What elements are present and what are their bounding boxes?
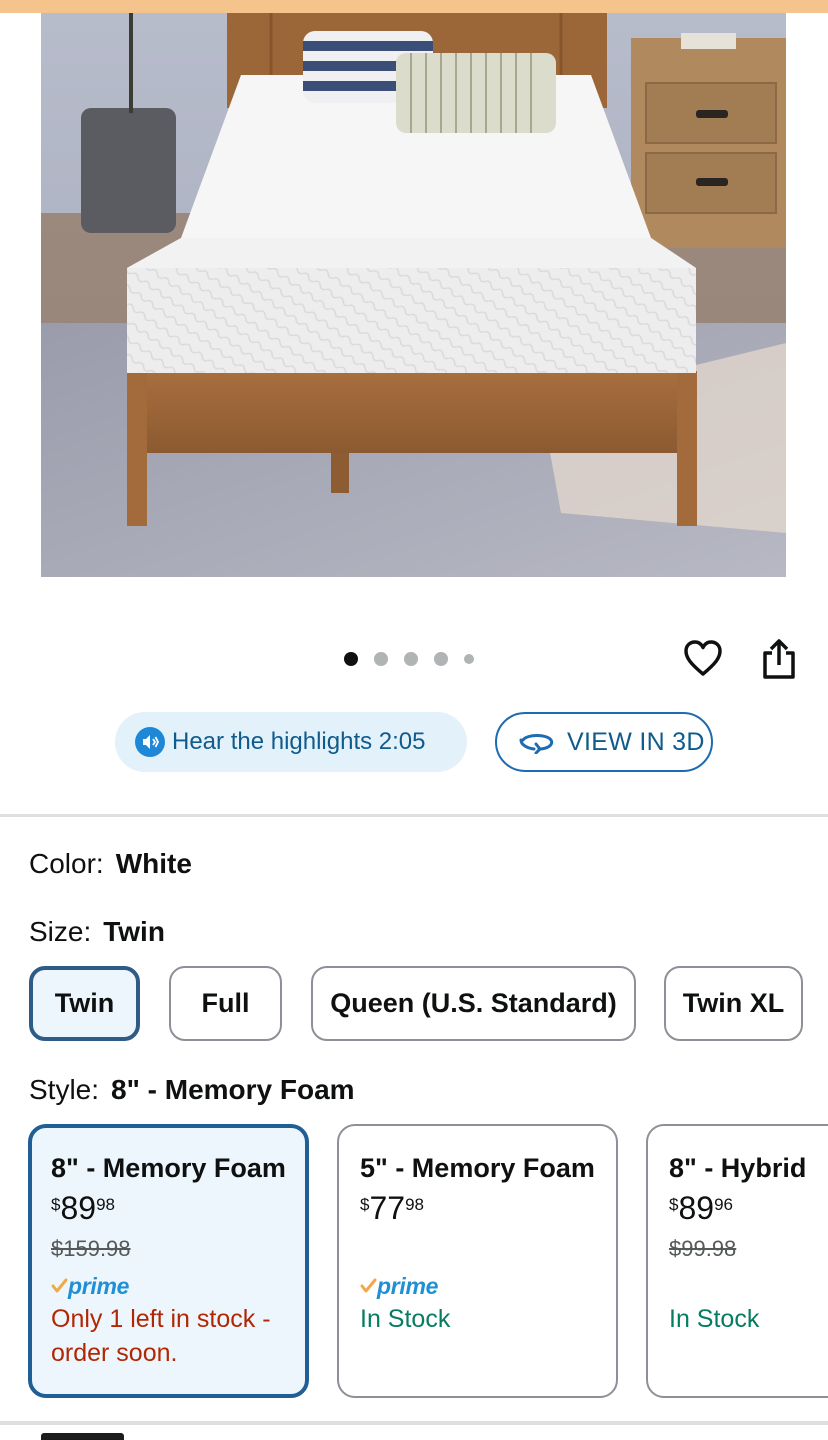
carousel-dots[interactable]: [344, 650, 490, 668]
color-label: Color:: [29, 848, 104, 879]
style-option-price: $ 89 96: [669, 1192, 828, 1224]
style-option-title: 8" - Hybrid: [669, 1153, 807, 1183]
hear-highlights-label: Hear the highlights 2:05: [172, 728, 426, 755]
carousel-dot[interactable]: [344, 652, 358, 666]
style-label: Style:: [29, 1074, 100, 1105]
price-fraction: 98: [405, 1195, 424, 1214]
list-price: [360, 1236, 616, 1262]
carousel-dot[interactable]: [374, 652, 388, 666]
price-currency: $: [360, 1195, 370, 1214]
view-in-3d-button[interactable]: VIEW IN 3D: [495, 712, 713, 772]
top-strip: [0, 0, 828, 13]
stock-status: In Stock: [360, 1305, 451, 1333]
style-option-price: $ 89 98: [51, 1192, 305, 1224]
price-whole: 89: [60, 1190, 97, 1226]
carousel-dot[interactable]: [464, 654, 474, 664]
heart-icon: [684, 640, 722, 676]
carousel-dot[interactable]: [434, 652, 448, 666]
price-currency: $: [669, 1195, 679, 1214]
mattress-photo: [41, 13, 786, 577]
share-icon: [763, 639, 795, 679]
list-price: $159.98: [51, 1236, 131, 1261]
size-option-full[interactable]: Full: [169, 966, 282, 1041]
audio-icon: [135, 727, 165, 757]
size-value: Twin: [103, 916, 165, 947]
prime-badge: prime: [360, 1272, 616, 1299]
price-whole: 89: [678, 1190, 715, 1226]
price-whole: 77: [369, 1190, 406, 1226]
style-option-8in-hybrid[interactable]: 8" - Hybrid $ 89 96 $99.98 In Stock: [646, 1124, 828, 1398]
prime-check-icon: [360, 1278, 377, 1293]
stock-status: Only 1 left in stock - order soon.: [51, 1305, 271, 1367]
view-3d-icon: [517, 730, 557, 754]
product-image[interactable]: [41, 13, 786, 577]
carousel-dot[interactable]: [404, 652, 418, 666]
prime-label: prime: [68, 1272, 130, 1299]
size-option-queen[interactable]: Queen (U.S. Standard): [311, 966, 636, 1041]
stock-status: In Stock: [669, 1305, 760, 1333]
style-option-price: $ 77 98: [360, 1192, 616, 1224]
style-value: 8" - Memory Foam: [111, 1074, 355, 1105]
prime-badge: prime: [51, 1272, 305, 1299]
section-divider: [0, 1421, 828, 1425]
price-fraction: 96: [714, 1195, 733, 1214]
prime-label: prime: [377, 1272, 439, 1299]
list-price: $99.98: [669, 1236, 737, 1261]
size-option-twin[interactable]: Twin: [29, 966, 140, 1041]
prime-badge-empty: [669, 1274, 828, 1298]
style-option-8in-memory-foam[interactable]: 8" - Memory Foam $ 89 98 $159.98 prime O…: [28, 1124, 309, 1398]
view-in-3d-label: VIEW IN 3D: [567, 727, 705, 756]
share-button[interactable]: [757, 636, 801, 682]
price-fraction: 98: [96, 1195, 115, 1214]
style-selection: Style: 8" - Memory Foam: [29, 1074, 355, 1106]
color-value: White: [115, 848, 192, 879]
size-option-twin-xl[interactable]: Twin XL: [664, 966, 803, 1041]
size-label: Size:: [29, 916, 92, 947]
section-divider: [0, 814, 828, 817]
price-currency: $: [51, 1195, 61, 1214]
style-option-title: 8" - Memory Foam: [51, 1153, 286, 1183]
product-page: Hear the highlights 2:05 VIEW IN 3D Colo…: [0, 0, 828, 1440]
bottom-tab-indicator: [41, 1433, 124, 1440]
color-selection: Color: White: [29, 848, 192, 880]
style-option-title: 5" - Memory Foam: [360, 1153, 595, 1183]
wishlist-button[interactable]: [681, 636, 725, 680]
prime-check-icon: [51, 1278, 68, 1293]
style-option-5in-memory-foam[interactable]: 5" - Memory Foam $ 77 98 prime In Stock: [337, 1124, 618, 1398]
hear-highlights-button[interactable]: Hear the highlights 2:05: [115, 712, 467, 772]
size-selection: Size: Twin: [29, 916, 165, 948]
